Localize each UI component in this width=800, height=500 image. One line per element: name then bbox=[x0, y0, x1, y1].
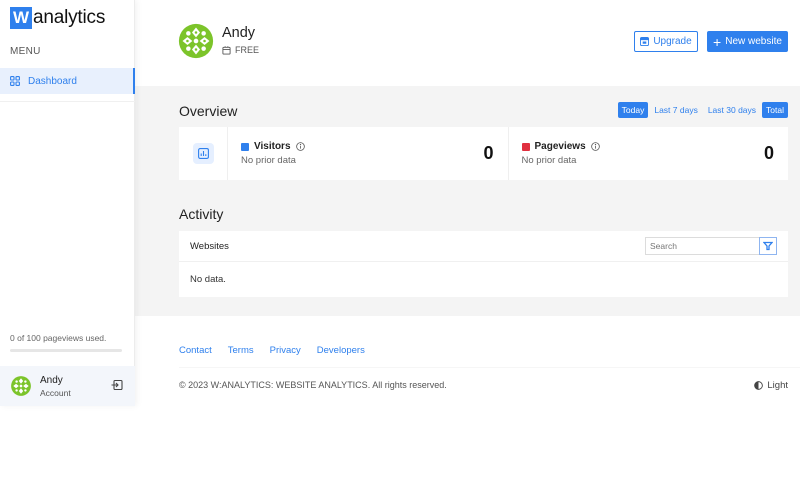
table-title: Websites bbox=[190, 240, 229, 252]
account-panel[interactable]: Andy Account bbox=[0, 366, 135, 406]
stat-pageviews: Pageviews No prior data 0 bbox=[507, 127, 789, 180]
footer-links: Contact Terms Privacy Developers bbox=[179, 345, 365, 356]
filter-icon bbox=[763, 241, 773, 251]
user-avatar bbox=[178, 23, 214, 59]
stat-visitors: Visitors No prior data 0 bbox=[228, 127, 508, 180]
range-tab-last-7-days[interactable]: Last 7 days bbox=[650, 102, 701, 118]
footer-link-terms[interactable]: Terms bbox=[228, 345, 254, 356]
account-subtitle: Account bbox=[40, 387, 71, 398]
logo[interactable]: W analytics bbox=[10, 7, 105, 29]
chart-icon bbox=[192, 143, 214, 164]
search-input[interactable] bbox=[645, 237, 759, 255]
activity-title: Activity bbox=[179, 206, 224, 222]
stat-label: Pageviews bbox=[534, 141, 586, 152]
info-icon[interactable] bbox=[295, 142, 305, 151]
stat-subtitle: No prior data bbox=[521, 155, 577, 166]
theme-label: Light bbox=[767, 380, 788, 391]
page-header: Andy FREE Upgrade + New website bbox=[135, 0, 800, 86]
table-header: Websites bbox=[179, 231, 788, 262]
divider bbox=[179, 367, 800, 368]
pageviews-color-swatch bbox=[521, 142, 530, 151]
info-icon[interactable] bbox=[590, 142, 600, 151]
grid-icon bbox=[10, 76, 20, 86]
plan-label: FREE bbox=[235, 45, 260, 55]
stat-subtitle: No prior data bbox=[241, 155, 296, 166]
stat-label: Visitors bbox=[254, 141, 291, 152]
new-website-button[interactable]: + New website bbox=[707, 31, 788, 52]
sidebar-item-label: Dashboard bbox=[28, 75, 77, 87]
logo-mark: W bbox=[10, 7, 32, 29]
usage-progress-bar bbox=[10, 349, 122, 352]
logo-text: analytics bbox=[33, 7, 106, 28]
websites-table: Websites No data. bbox=[179, 231, 788, 297]
menu-label: MENU bbox=[10, 46, 41, 57]
main-content: Overview Today Last 7 days Last 30 days … bbox=[135, 86, 800, 316]
range-tab-today[interactable]: Today bbox=[617, 102, 649, 118]
visitors-color-swatch bbox=[241, 142, 249, 151]
avatar bbox=[11, 376, 31, 396]
plan-badge: FREE bbox=[222, 45, 259, 55]
stat-value: 0 bbox=[483, 143, 494, 163]
sidebar: W analytics MENU Dashboard 0 of 100 page… bbox=[0, 0, 135, 406]
range-tab-last-30-days[interactable]: Last 30 days bbox=[704, 102, 760, 118]
date-range-tabs: Today Last 7 days Last 30 days Total bbox=[617, 102, 788, 118]
footer-link-developers[interactable]: Developers bbox=[317, 345, 365, 356]
logout-icon[interactable] bbox=[111, 379, 123, 391]
overview-stats-card: Visitors No prior data 0 Pageviews No pr… bbox=[179, 127, 788, 180]
sidebar-item-dashboard[interactable]: Dashboard bbox=[0, 68, 135, 94]
usage-text: 0 of 100 pageviews used. bbox=[10, 333, 107, 343]
copyright-text: © 2023 W:ANALYTICS: WEBSITE ANALYTICS. A… bbox=[179, 380, 447, 390]
theme-toggle[interactable]: Light bbox=[754, 380, 788, 391]
contrast-icon bbox=[754, 381, 764, 390]
upgrade-button[interactable]: Upgrade bbox=[634, 31, 698, 52]
empty-state: No data. bbox=[190, 274, 226, 285]
range-tab-total[interactable]: Total bbox=[762, 102, 788, 118]
footer: Contact Terms Privacy Developers © 2023 … bbox=[135, 316, 800, 406]
upgrade-label: Upgrade bbox=[653, 36, 692, 47]
calendar-icon bbox=[222, 45, 231, 55]
footer-link-privacy[interactable]: Privacy bbox=[270, 345, 301, 356]
footer-link-contact[interactable]: Contact bbox=[179, 345, 212, 356]
divider bbox=[0, 101, 135, 102]
plus-icon: + bbox=[713, 33, 722, 50]
overview-title: Overview bbox=[179, 103, 238, 119]
filter-button[interactable] bbox=[759, 237, 777, 255]
new-website-label: New website bbox=[725, 36, 782, 47]
user-name: Andy bbox=[222, 25, 256, 41]
account-name: Andy bbox=[40, 374, 63, 386]
app-window: W analytics MENU Dashboard 0 of 100 page… bbox=[0, 0, 800, 406]
upgrade-icon bbox=[640, 37, 650, 46]
stat-value: 0 bbox=[763, 143, 774, 163]
stats-icon-column bbox=[179, 127, 228, 180]
